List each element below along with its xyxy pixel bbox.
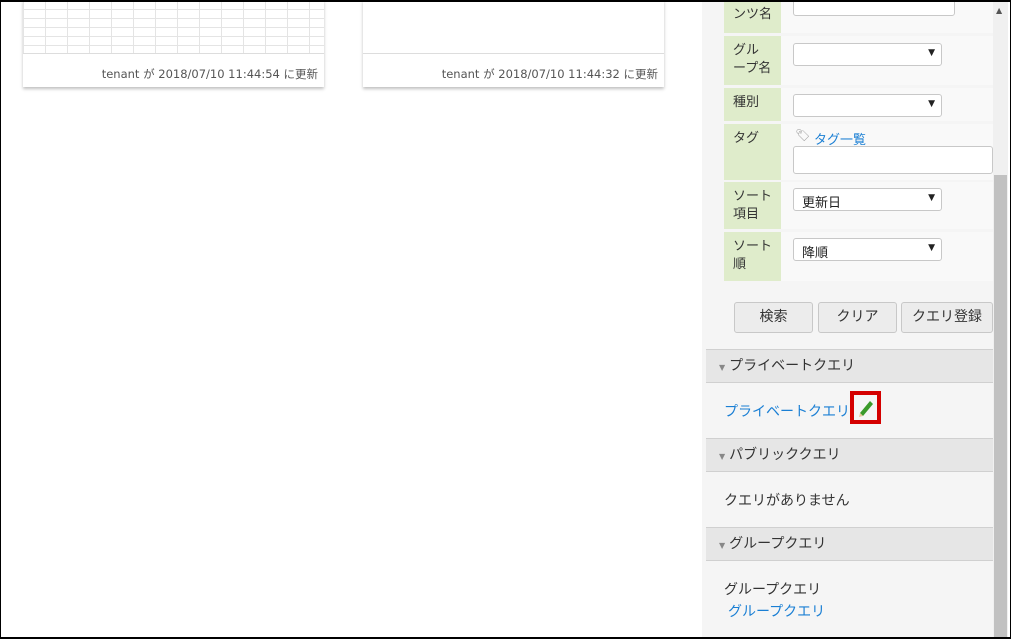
collapse-triangle-icon: ▼ [719, 541, 726, 550]
sort-order-label: ソート順 [724, 232, 781, 281]
dropdown-arrow-icon: ▼ [928, 48, 935, 58]
group-name-select[interactable]: ▼ [793, 43, 942, 66]
sidebar-scrollbar[interactable]: ▲ [993, 0, 1008, 639]
scroll-up-arrow-icon[interactable]: ▲ [996, 6, 1002, 15]
spreadsheet-preview [23, 0, 324, 53]
card-updated-meta: tenant が 2018/07/10 11:44:32 に更新 [441, 67, 658, 81]
no-queries-text: クエリがありません [724, 493, 850, 509]
tag-input[interactable] [793, 146, 993, 174]
type-select[interactable]: ▼ [793, 94, 942, 117]
sort-field-label: ソート項目 [724, 182, 781, 229]
sort-order-row: ソート順 降順 ▼ [724, 232, 993, 281]
sort-order-select[interactable]: 降順 ▼ [793, 238, 942, 261]
register-query-button[interactable]: クエリ登録 [901, 302, 993, 333]
content-name-input[interactable] [793, 0, 955, 16]
collapse-triangle-icon: ▼ [719, 452, 726, 461]
type-label: 種別 [724, 88, 781, 121]
group-name-label: グループ名 [724, 36, 781, 85]
pencil-edit-icon [859, 401, 873, 417]
sort-order-value: 降順 [802, 246, 829, 261]
group-name-text: グループクエリ [724, 582, 822, 598]
private-query-link[interactable]: プライベートクエリ [724, 401, 850, 421]
private-query-header[interactable]: ▼ プライベートクエリ [706, 349, 993, 383]
clear-button[interactable]: クリア [818, 302, 897, 333]
card-updated-meta: tenant が 2018/07/10 11:44:54 に更新 [101, 67, 318, 81]
content-card[interactable]: tenant が 2018/07/10 11:44:54 に更新 [23, 0, 324, 87]
sort-field-row: ソート項目 更新日 ▼ [724, 182, 993, 229]
public-query-title: パブリッククエリ [729, 447, 841, 463]
card-thumbnail[interactable] [363, 0, 664, 54]
scrollbar-thumb[interactable] [994, 175, 1007, 639]
search-sidebar: コンテンツ名 グループ名 ▼ 種別 ▼ タグ 🏷 タグ一覧 ソート項目 更新日 ▼… [702, 0, 993, 639]
group-name-row: グループ名 ▼ [724, 36, 993, 85]
content-name-label: コンテンツ名 [724, 0, 781, 33]
group-query-link[interactable]: グループクエリ [728, 601, 825, 621]
tag-row: タグ 🏷 タグ一覧 [724, 124, 993, 180]
collapse-triangle-icon: ▼ [719, 363, 726, 372]
private-query-title: プライベートクエリ [729, 358, 856, 374]
group-query-title: グループクエリ [729, 536, 827, 552]
search-button[interactable]: 検索 [734, 302, 813, 333]
content-card[interactable]: tenant が 2018/07/10 11:44:32 に更新 [363, 0, 664, 87]
edit-highlight-box[interactable] [850, 391, 881, 424]
group-query-header[interactable]: ▼ グループクエリ [706, 527, 993, 561]
dropdown-arrow-icon: ▼ [928, 193, 935, 203]
content-name-row: コンテンツ名 [724, 0, 993, 33]
type-row: 種別 ▼ [724, 88, 993, 121]
dropdown-arrow-icon: ▼ [928, 243, 935, 253]
tag-icon: 🏷 [795, 128, 811, 142]
tag-label: タグ [724, 124, 781, 180]
card-thumbnail[interactable] [23, 0, 324, 54]
sort-field-select[interactable]: 更新日 ▼ [793, 188, 942, 211]
sort-field-value: 更新日 [802, 196, 842, 211]
public-query-header[interactable]: ▼ パブリッククエリ [706, 438, 993, 472]
dropdown-arrow-icon: ▼ [928, 99, 935, 109]
